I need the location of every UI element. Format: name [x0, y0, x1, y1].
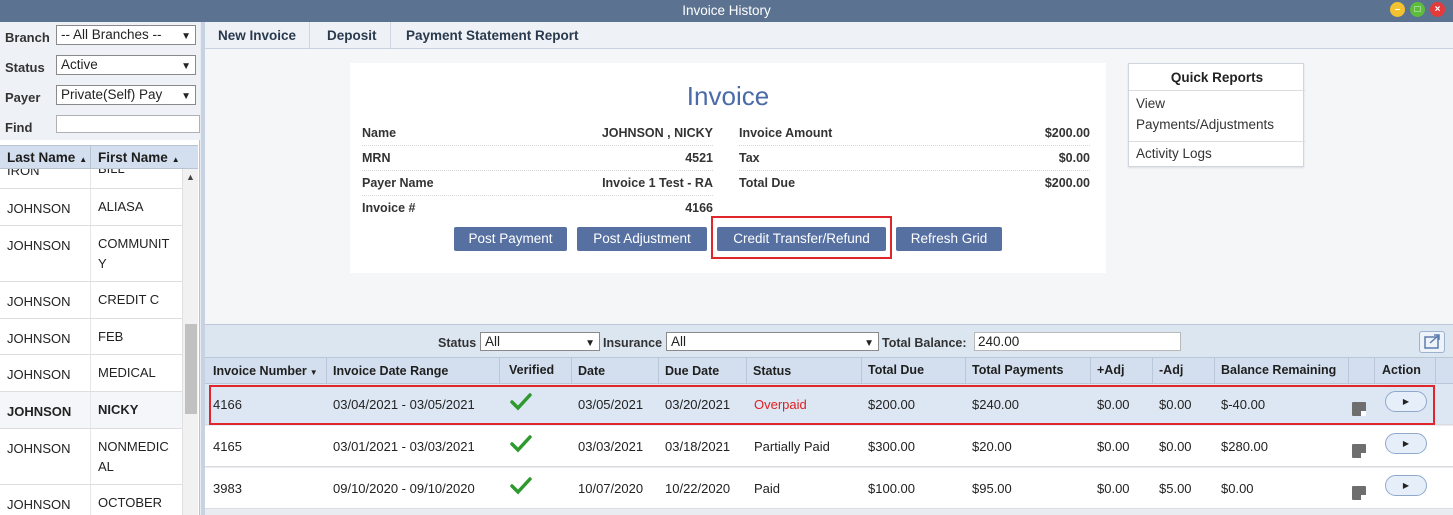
invoice-summary-area: Invoice Name JOHNSON , NICKY MRN 4521 Paye… — [205, 49, 1453, 324]
highlight-box — [711, 216, 892, 259]
date-range-header[interactable]: Invoice Date Range — [333, 364, 448, 378]
balance-remaining-header[interactable]: Balance Remaining — [1221, 363, 1336, 377]
grid-status-select[interactable]: All ▼ — [480, 332, 600, 351]
chevron-down-icon: ▼ — [864, 338, 874, 349]
mrn-field: MRN 4521 — [362, 146, 713, 171]
branch-filter: Branch -- All Branches -- ▼ — [0, 22, 200, 52]
row-highlight-box — [209, 385, 1435, 425]
maximize-icon[interactable]: □ — [1410, 2, 1425, 17]
invoice-grid-header: Invoice Number ▼ Invoice Date Range Verif… — [205, 357, 1453, 384]
total-balance-field: 240.00 — [974, 332, 1181, 351]
scroll-thumb[interactable] — [185, 324, 197, 414]
name-field: Name JOHNSON , NICKY — [362, 121, 713, 146]
close-icon[interactable]: × — [1430, 2, 1445, 17]
invoice-card: Invoice Name JOHNSON , NICKY MRN 4521 Paye… — [350, 63, 1106, 273]
chevron-down-icon: ▼ — [585, 338, 595, 349]
payer-name-field: Payer Name Invoice 1 Test - RA — [362, 171, 713, 196]
chevron-down-icon: ▼ — [181, 61, 191, 72]
table-row[interactable]: 4165 03/01/2021 - 03/03/2021 03/03/2021 … — [205, 426, 1453, 467]
checkmark-icon — [510, 435, 532, 453]
action-button[interactable]: ▶ — [1385, 475, 1427, 496]
list-item[interactable]: IRON BILL — [0, 169, 182, 189]
list-item-selected[interactable]: JOHNSON NICKY — [0, 392, 182, 429]
patient-grid-header: Last Name ▲ First Name ▲ — [0, 145, 198, 169]
list-item[interactable]: JOHNSON FEB — [0, 319, 182, 355]
due-date-header[interactable]: Due Date — [665, 364, 719, 378]
toolbar: New Invoice Deposit Payment Statement Re… — [205, 22, 1453, 49]
window-title: Invoice History — [682, 3, 771, 18]
payer-select[interactable]: Private(Self) Pay ▼ — [56, 85, 196, 105]
grid-filter-bar: Status All ▼ Insurance All ▼ Total Balance… — [205, 324, 1453, 357]
list-item[interactable]: JOHNSON COMMUNIT Y — [0, 226, 182, 282]
total-payments-header[interactable]: Total Payments — [972, 363, 1063, 377]
list-item[interactable]: JOHNSON CREDIT C — [0, 282, 182, 319]
sort-icon: ▲ — [79, 155, 88, 164]
minimize-icon[interactable]: – — [1390, 2, 1405, 17]
quick-reports-panel: Quick Reports View Payments/Adjustments … — [1128, 63, 1305, 167]
invoice-number-field: Invoice #4166 — [362, 201, 713, 215]
payment-statement-report-button[interactable]: Payment Statement Report — [393, 22, 592, 49]
total-due-field: Total Due $200.00 — [739, 176, 1090, 190]
view-payments-link[interactable]: View Payments/Adjustments — [1136, 96, 1274, 132]
total-due-header[interactable]: Total Due — [868, 363, 924, 377]
sort-icon: ▼ — [309, 368, 318, 377]
branch-select[interactable]: -- All Branches -- ▼ — [56, 25, 196, 45]
find-input[interactable] — [56, 115, 200, 133]
chevron-down-icon: ▼ — [181, 91, 191, 102]
patient-panel: Branch -- All Branches -- ▼ Status Active… — [0, 22, 200, 515]
checkmark-icon — [510, 477, 532, 495]
post-adjustment-button[interactable]: Post Adjustment — [577, 227, 707, 251]
status-filter: Status Active ▼ — [0, 52, 200, 82]
invoice-number-header[interactable]: Invoice Number ▼ — [213, 364, 318, 378]
deposit-button[interactable]: Deposit — [314, 22, 391, 49]
chevron-down-icon: ▼ — [181, 31, 191, 42]
window-title-bar: Invoice History – □ × — [0, 0, 1453, 22]
status-select[interactable]: Active ▼ — [56, 55, 196, 75]
new-invoice-button[interactable]: New Invoice — [205, 22, 311, 49]
invoice-title: Invoice — [686, 81, 770, 111]
tax-field: Tax $0.00 — [739, 146, 1090, 171]
list-item[interactable]: JOHNSON OCTOBER — [0, 485, 182, 515]
first-name-header[interactable]: First Name ▲ — [98, 150, 180, 165]
note-icon[interactable] — [1352, 486, 1366, 500]
verified-header[interactable]: Verified — [509, 363, 554, 377]
export-icon[interactable] — [1419, 331, 1445, 353]
quick-reports-title: Quick Reports — [1129, 64, 1305, 91]
post-payment-button[interactable]: Post Payment — [454, 227, 567, 251]
action-header: Action — [1382, 363, 1421, 377]
payer-filter: Payer Private(Self) Pay ▼ — [0, 82, 200, 112]
table-row[interactable]: 3983 09/10/2020 - 09/10/2020 10/07/2020 … — [205, 468, 1453, 509]
status-header[interactable]: Status — [753, 364, 791, 378]
action-button[interactable]: ▶ — [1385, 433, 1427, 454]
insurance-select[interactable]: All ▼ — [666, 332, 879, 351]
sort-icon: ▲ — [171, 155, 180, 164]
list-item[interactable]: JOHNSON ALIASA — [0, 189, 182, 226]
last-name-header[interactable]: Last Name ▲ — [7, 150, 87, 165]
date-header[interactable]: Date — [578, 364, 605, 378]
list-item[interactable]: JOHNSON NONMEDIC AL — [0, 429, 182, 485]
note-icon[interactable] — [1352, 444, 1366, 458]
patient-grid-body: IRON BILL JOHNSON ALIASA JOHNSON COMMUNI… — [0, 169, 182, 515]
plus-adj-header[interactable]: +Adj — [1097, 363, 1124, 377]
minus-adj-header[interactable]: -Adj — [1159, 363, 1183, 377]
scroll-up-icon[interactable]: ▲ — [186, 172, 195, 182]
refresh-grid-button[interactable]: Refresh Grid — [896, 227, 1002, 251]
activity-logs-link[interactable]: Activity Logs — [1136, 146, 1212, 161]
list-item[interactable]: JOHNSON MEDICAL — [0, 355, 182, 392]
patient-list-scrollbar[interactable]: ▲ — [182, 169, 198, 515]
find-filter: Find — [0, 112, 200, 142]
invoice-amount-field: Invoice Amount $200.00 — [739, 121, 1090, 146]
